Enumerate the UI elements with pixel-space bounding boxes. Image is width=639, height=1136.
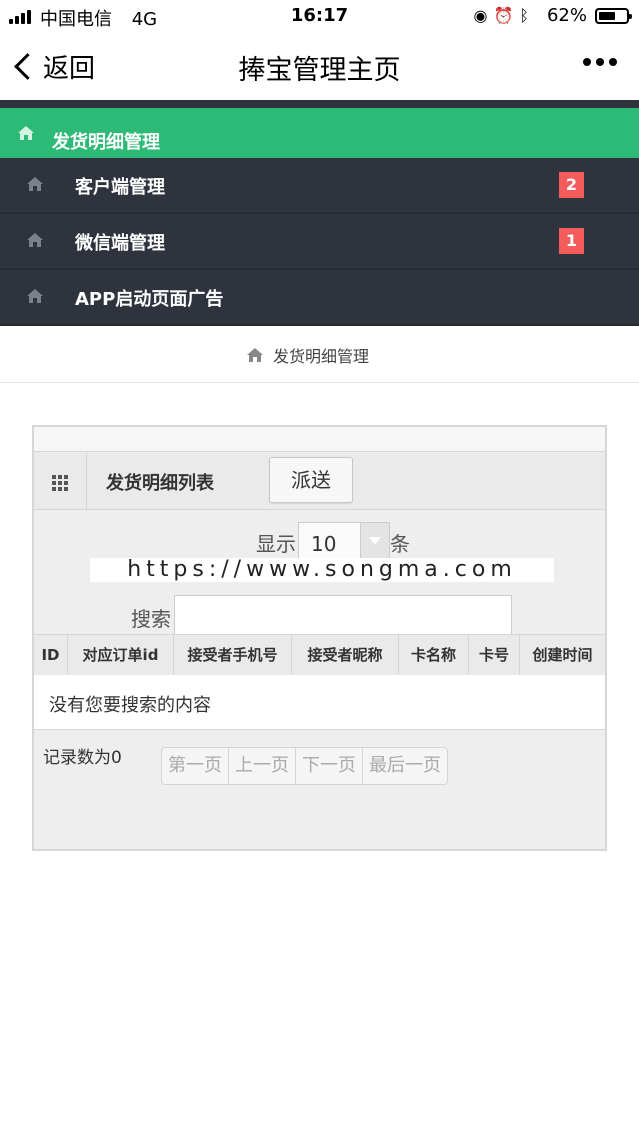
column-header[interactable]: 接受者手机号	[174, 635, 292, 675]
status-bar: 中国电信 4G 16:17 ◉⏰ᛒ 62%	[0, 0, 639, 34]
column-header[interactable]: 接受者昵称	[292, 635, 399, 675]
battery-percent: 62%	[546, 5, 587, 26]
prev-page-button[interactable]: 上一页	[228, 747, 296, 785]
more-button[interactable]	[583, 58, 617, 66]
grid-icon	[52, 475, 68, 491]
menu-item-label: 客户端管理	[75, 177, 165, 198]
menu-item-label: 微信端管理	[75, 233, 165, 254]
home-icon[interactable]	[247, 348, 263, 362]
panel-header: 发货明细列表 派送	[34, 452, 605, 510]
menu-badge: 1	[559, 228, 584, 254]
status-time: 16:17	[290, 5, 349, 26]
chevron-left-icon	[14, 52, 41, 80]
menu-item-client[interactable]: 客户端管理 2	[0, 158, 639, 214]
panel-title: 发货明细列表	[106, 473, 214, 494]
column-header[interactable]: ID	[34, 635, 68, 675]
record-count: 记录数为0	[43, 748, 122, 768]
breadcrumb: 发货明细管理	[0, 327, 639, 383]
page-title: 捧宝管理主页	[238, 55, 401, 86]
nav-bar: 返回 捧宝管理主页	[0, 34, 639, 100]
home-icon	[27, 289, 43, 303]
page-size-select[interactable]: 10	[298, 522, 390, 562]
more-dots-icon	[583, 58, 591, 66]
page-size-control: 显示 10 条	[256, 522, 410, 562]
show-prefix: 显示	[256, 531, 296, 556]
back-label: 返回	[43, 53, 96, 84]
header-divider	[86, 452, 87, 509]
delivery-list-panel: 发货明细列表 派送 显示 10 条 https://www.songma.com…	[32, 425, 607, 851]
column-header[interactable]: 卡号	[469, 635, 520, 675]
chevron-down-icon	[369, 537, 381, 545]
home-icon	[27, 177, 43, 191]
search-label: 搜索	[131, 607, 171, 631]
table-header: ID 对应订单id 接受者手机号 接受者昵称 卡名称 卡号 创建时间	[34, 634, 605, 676]
next-page-button[interactable]: 下一页	[295, 747, 363, 785]
first-page-button[interactable]: 第一页	[161, 747, 229, 785]
menu-top-strip	[0, 100, 639, 108]
table-empty-row: 没有您要搜索的内容	[34, 675, 605, 730]
page-size-value: 10	[311, 532, 337, 556]
column-header[interactable]: 卡名称	[399, 635, 469, 675]
status-icons: ◉⏰ᛒ	[474, 6, 536, 25]
menu-item-app-ad[interactable]: APP启动页面广告	[0, 270, 639, 326]
show-suffix: 条	[390, 531, 410, 556]
column-header[interactable]: 创建时间	[520, 635, 605, 675]
home-icon	[27, 233, 43, 247]
home-icon	[18, 126, 34, 140]
battery-icon	[595, 8, 632, 24]
search-input[interactable]	[174, 595, 512, 639]
menu-badge: 2	[559, 172, 584, 198]
dispatch-button[interactable]: 派送	[269, 457, 353, 503]
menu-item-wechat[interactable]: 微信端管理 1	[0, 214, 639, 270]
watermark-text: https://www.songma.com	[90, 558, 554, 582]
bluetooth-icon: ᛒ	[519, 6, 535, 25]
alarm-icon: ⏰	[493, 6, 520, 25]
menu-item-label: 发货明细管理	[52, 132, 160, 153]
column-header[interactable]: 对应订单id	[68, 635, 174, 675]
orientation-lock-icon: ◉	[473, 6, 494, 25]
pagination: 第一页 上一页 下一页 最后一页	[161, 747, 448, 785]
empty-message: 没有您要搜索的内容	[49, 695, 211, 716]
back-button[interactable]: 返回	[10, 48, 95, 84]
panel-top-bar	[34, 427, 605, 452]
last-page-button[interactable]: 最后一页	[362, 747, 448, 785]
menu-item-label: APP启动页面广告	[75, 289, 224, 310]
breadcrumb-label: 发货明细管理	[273, 347, 370, 366]
